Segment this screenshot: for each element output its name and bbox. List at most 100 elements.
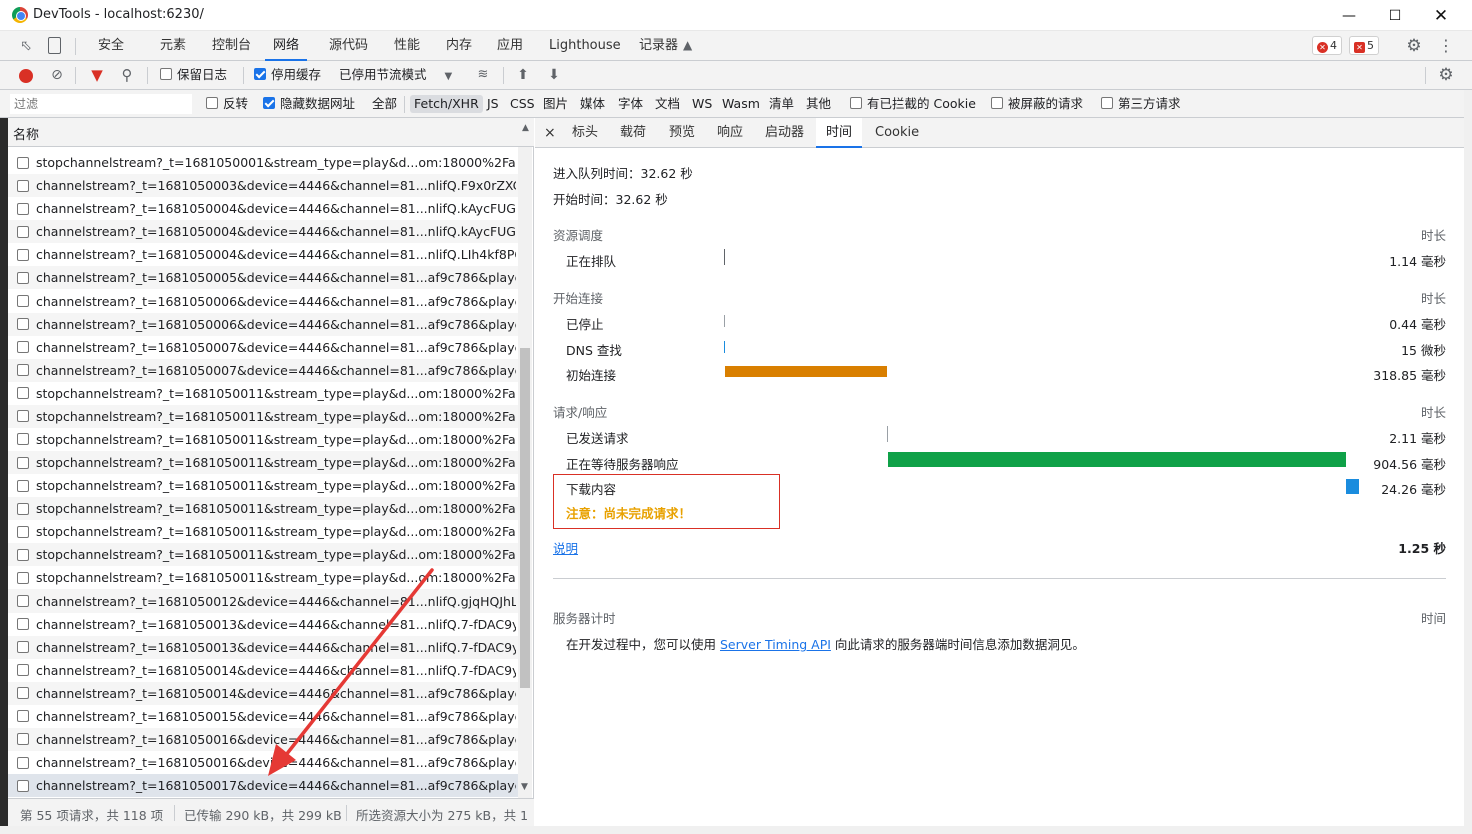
maximize-button[interactable]: ☐ <box>1372 0 1418 31</box>
row-checkbox-icon[interactable] <box>17 364 29 377</box>
row-checkbox-icon[interactable] <box>17 202 29 215</box>
request-row[interactable]: channelstream?_t=1681050013&device=4446&… <box>8 613 518 636</box>
type-filter-other[interactable]: 其他 <box>806 95 831 113</box>
type-filter-font[interactable]: 字体 <box>618 95 643 113</box>
tab-network[interactable]: 网络 <box>265 31 308 61</box>
sort-up-icon[interactable]: ▲ <box>522 123 529 133</box>
request-row[interactable]: channelstream?_t=1681050016&device=4446&… <box>8 727 518 752</box>
hide-data-urls-checkbox[interactable]: 隐藏数据网址 <box>263 95 355 113</box>
request-row[interactable]: stopchannelstream?_t=1681050001&stream_t… <box>8 151 518 174</box>
request-row[interactable]: channelstream?_t=1681050015&device=4446&… <box>8 705 518 728</box>
close-detail-icon[interactable]: × <box>544 118 556 148</box>
tab-sources[interactable]: 源代码 <box>327 31 370 61</box>
row-checkbox-icon[interactable] <box>17 664 29 677</box>
tab-response[interactable]: 响应 <box>717 118 743 148</box>
name-column-header[interactable]: 名称 <box>13 124 39 143</box>
row-checkbox-icon[interactable] <box>17 733 29 746</box>
row-checkbox-icon[interactable] <box>17 387 29 400</box>
request-row[interactable]: channelstream?_t=1681050007&device=4446&… <box>8 336 518 359</box>
request-row[interactable]: channelstream?_t=1681050017&device=4446&… <box>8 774 518 798</box>
type-filter-manifest[interactable]: 清单 <box>769 95 794 113</box>
close-window-button[interactable]: ✕ <box>1418 0 1464 31</box>
preserve-log-checkbox[interactable]: 保留日志 <box>160 66 227 84</box>
device-toolbar-icon[interactable] <box>48 37 61 54</box>
request-row[interactable]: stopchannelstream?_t=1681050011&stream_t… <box>8 497 518 521</box>
row-checkbox-icon[interactable] <box>17 571 29 584</box>
tab-lighthouse[interactable]: Lighthouse <box>547 31 623 61</box>
row-checkbox-icon[interactable] <box>17 710 29 723</box>
row-checkbox-icon[interactable] <box>17 318 29 331</box>
row-checkbox-icon[interactable] <box>17 756 29 769</box>
row-checkbox-icon[interactable] <box>17 433 29 446</box>
row-checkbox-icon[interactable] <box>17 225 29 238</box>
row-checkbox-icon[interactable] <box>17 618 29 631</box>
tab-headers[interactable]: 标头 <box>572 118 598 148</box>
tab-cookies[interactable]: Cookie <box>875 118 919 148</box>
more-options-icon[interactable]: ⋮ <box>1437 37 1455 55</box>
request-row[interactable]: stopchannelstream?_t=1681050011&stream_t… <box>8 543 518 567</box>
throttling-select[interactable]: 已停用节流模式 ▼ <box>339 66 452 84</box>
request-row[interactable]: channelstream?_t=1681050012&device=4446&… <box>8 589 518 613</box>
tab-preview[interactable]: 预览 <box>669 118 695 148</box>
request-row[interactable]: channelstream?_t=1681050004&device=4446&… <box>8 243 518 266</box>
request-row[interactable]: channelstream?_t=1681050013&device=4446&… <box>8 635 518 659</box>
type-filter-doc[interactable]: 文档 <box>655 95 680 113</box>
type-filter-img[interactable]: 图片 <box>543 95 568 113</box>
row-checkbox-icon[interactable] <box>17 456 29 469</box>
row-checkbox-icon[interactable] <box>17 341 29 354</box>
type-filter-fetch-xhr[interactable]: Fetch/XHR <box>410 95 483 113</box>
scrollbar-thumb[interactable] <box>520 348 530 688</box>
row-checkbox-icon[interactable] <box>17 410 29 423</box>
blocked-requests-checkbox[interactable]: 被屏蔽的请求 <box>991 95 1083 113</box>
errors-badge[interactable]: ✕ 4 <box>1312 36 1342 55</box>
search-icon[interactable]: ⚲ <box>118 66 136 84</box>
network-settings-gear-icon[interactable]: ⚙ <box>1437 66 1455 84</box>
record-button[interactable] <box>19 69 33 83</box>
row-checkbox-icon[interactable] <box>17 271 29 284</box>
request-row[interactable]: stopchannelstream?_t=1681050011&stream_t… <box>8 404 518 428</box>
request-row[interactable]: stopchannelstream?_t=1681050011&stream_t… <box>8 451 518 475</box>
tab-timing[interactable]: 时间 <box>816 118 863 148</box>
tab-performance[interactable]: 性能 <box>392 31 422 61</box>
disable-cache-checkbox[interactable]: 停用缓存 <box>254 66 321 84</box>
issues-badge[interactable]: ✕ 5 <box>1349 36 1379 55</box>
tab-elements[interactable]: 元素 <box>158 31 188 61</box>
row-checkbox-icon[interactable] <box>17 248 29 261</box>
inspect-element-icon[interactable]: ⬁ <box>17 37 35 55</box>
request-row[interactable]: channelstream?_t=1681050006&device=4446&… <box>8 289 518 312</box>
request-row[interactable]: channelstream?_t=1681050016&device=4446&… <box>8 751 518 774</box>
request-row[interactable]: channelstream?_t=1681050004&device=4446&… <box>8 220 518 244</box>
tab-security[interactable]: 安全 <box>96 31 126 61</box>
type-filter-ws[interactable]: WS <box>692 95 712 113</box>
blocked-cookies-checkbox[interactable]: 有已拦截的 Cookie <box>850 95 976 113</box>
tab-console[interactable]: 控制台 <box>210 31 253 61</box>
row-checkbox-icon[interactable] <box>17 687 29 700</box>
row-checkbox-icon[interactable] <box>17 479 29 492</box>
row-checkbox-icon[interactable] <box>17 156 29 169</box>
row-checkbox-icon[interactable] <box>17 595 29 608</box>
settings-gear-icon[interactable]: ⚙ <box>1405 37 1423 55</box>
type-filter-media[interactable]: 媒体 <box>580 95 605 113</box>
minimize-button[interactable]: — <box>1326 0 1372 31</box>
type-filter-wasm[interactable]: Wasm <box>722 95 760 113</box>
request-row[interactable]: channelstream?_t=1681050005&device=4446&… <box>8 266 518 290</box>
tab-application[interactable]: 应用 <box>495 31 525 61</box>
tab-initiator[interactable]: 启动器 <box>765 118 804 148</box>
type-filter-all[interactable]: 全部 <box>372 95 397 113</box>
request-row[interactable]: channelstream?_t=1681050006&device=4446&… <box>8 312 518 336</box>
tab-recorder[interactable]: 记录器 <box>637 31 680 61</box>
tab-payload[interactable]: 载荷 <box>620 118 646 148</box>
filter-icon[interactable]: ▼ <box>88 66 106 84</box>
invert-checkbox[interactable]: 反转 <box>206 95 248 113</box>
request-row[interactable]: channelstream?_t=1681050014&device=4446&… <box>8 681 518 705</box>
request-row[interactable]: channelstream?_t=1681050007&device=4446&… <box>8 358 518 382</box>
row-checkbox-icon[interactable] <box>17 525 29 538</box>
type-filter-js[interactable]: JS <box>487 95 499 113</box>
request-row[interactable]: stopchannelstream?_t=1681050011&stream_t… <box>8 428 518 451</box>
request-row[interactable]: stopchannelstream?_t=1681050011&stream_t… <box>8 382 518 405</box>
network-conditions-wifi-icon[interactable]: ≋ <box>474 66 492 84</box>
row-checkbox-icon[interactable] <box>17 641 29 654</box>
filter-input[interactable] <box>10 94 192 114</box>
third-party-checkbox[interactable]: 第三方请求 <box>1101 95 1181 113</box>
type-filter-css[interactable]: CSS <box>510 95 535 113</box>
